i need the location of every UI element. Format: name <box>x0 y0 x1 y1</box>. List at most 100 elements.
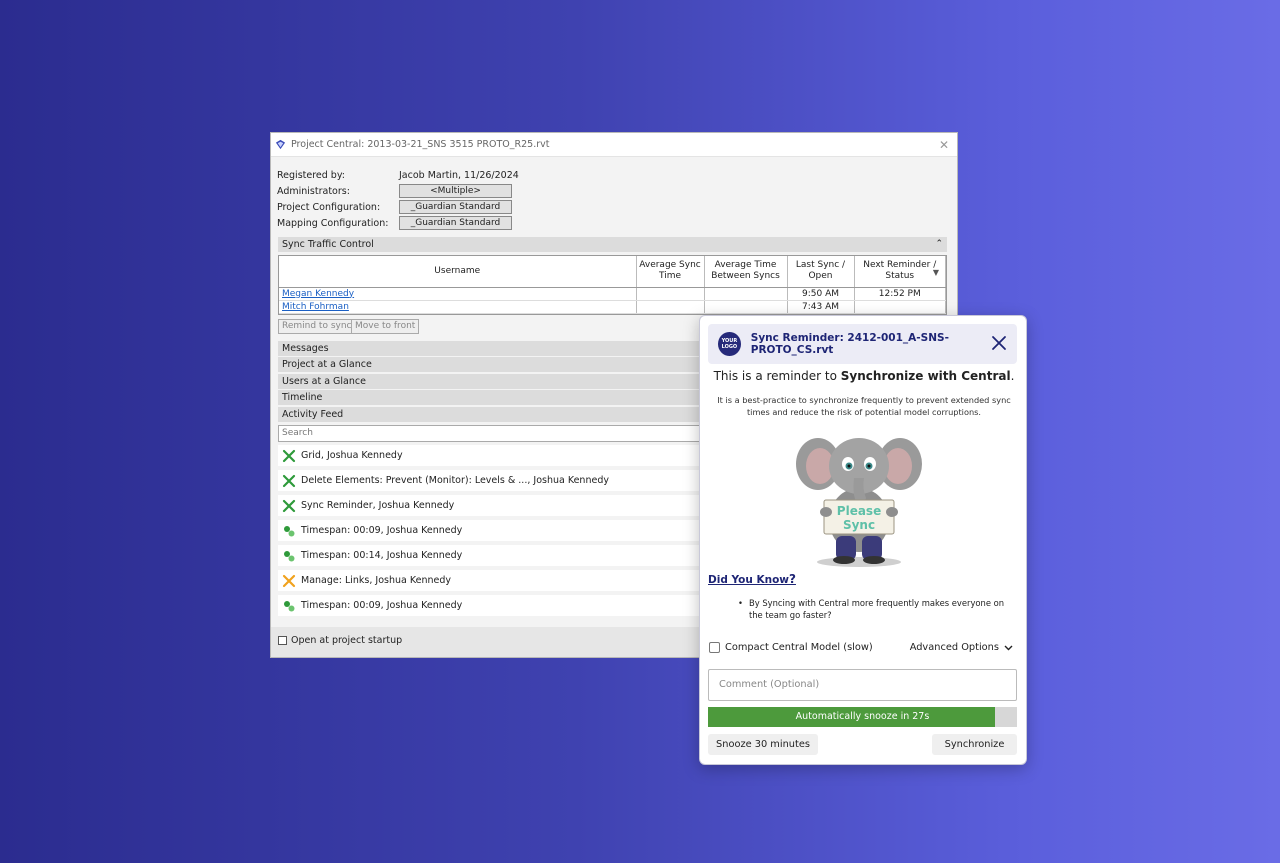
section-label: Timeline <box>282 392 323 403</box>
registered-value: Jacob Martin, 11/26/2024 <box>399 169 519 181</box>
project-info: Registered by: Jacob Martin, 11/26/2024 … <box>277 167 519 231</box>
list-item[interactable]: Grid, Joshua Kennedy <box>278 445 708 466</box>
sync-traffic-table: Username Average Sync Time Average Time … <box>278 255 947 315</box>
did-you-know-label: Did You Know <box>708 574 789 586</box>
avg-between-cell <box>704 287 788 301</box>
sort-arrow-icon[interactable]: ▼ <box>933 267 939 278</box>
did-you-know-tip: • By Syncing with Central more frequentl… <box>738 597 1020 621</box>
tools-icon <box>282 449 296 462</box>
feed-text: Timespan: 00:09, Joshua Kennedy <box>301 600 463 611</box>
next-reminder-cell: 12:52 PM <box>854 287 946 301</box>
close-icon[interactable]: ✕ <box>939 138 949 152</box>
last-sync-cell: 7:43 AM <box>787 300 855 314</box>
dialog-title: Sync Reminder: 2412-001_A-SNS-PROTO_CS.r… <box>750 332 949 356</box>
sync-reminder-dialog: YOUR LOGO Sync Reminder: 2412-001_A-SNS-… <box>699 315 1027 765</box>
user-cell[interactable]: Megan Kennedy <box>279 287 637 301</box>
project-configuration-button[interactable]: _Guardian Standard <box>399 200 512 214</box>
remind-to-sync-button[interactable]: Remind to sync <box>278 319 356 334</box>
activity-search-input[interactable]: Search <box>278 425 708 442</box>
feed-text: Sync Reminder, Joshua Kennedy <box>301 500 455 511</box>
feed-text: Timespan: 00:09, Joshua Kennedy <box>301 525 463 536</box>
info-row-administrators: Administrators: <Multiple> <box>277 183 519 199</box>
compact-central-label: Compact Central Model (slow) <box>725 642 873 653</box>
close-icon[interactable] <box>989 333 1009 353</box>
list-item[interactable]: Timespan: 00:09, Joshua Kennedy <box>278 520 708 541</box>
user-cell[interactable]: Mitch Fohrman <box>279 300 637 314</box>
compact-central-option[interactable]: Compact Central Model (slow) <box>709 642 873 653</box>
tools-orange-icon <box>282 574 296 587</box>
move-to-front-button[interactable]: Move to front <box>351 319 420 334</box>
feed-text: Manage: Links, Joshua Kennedy <box>301 575 451 586</box>
tools-icon <box>282 474 296 487</box>
question-mark-glyph: ? <box>789 572 796 586</box>
column-header-username[interactable]: Username <box>279 256 637 288</box>
table-row[interactable]: Megan Kennedy 9:50 AM 12:52 PM <box>279 287 946 301</box>
info-row-project-config: Project Configuration: _Guardian Standar… <box>277 199 519 215</box>
dialog-header: YOUR LOGO Sync Reminder: 2412-001_A-SNS-… <box>708 324 1017 364</box>
user-link[interactable]: Mitch Fohrman <box>282 302 349 312</box>
timespan-icon <box>284 550 295 561</box>
reminder-description: It is a best-practice to synchronize fre… <box>717 395 1011 417</box>
comment-input[interactable]: Comment (Optional) <box>708 669 1017 701</box>
administrators-button[interactable]: <Multiple> <box>399 184 512 198</box>
project-central-logo-icon <box>275 139 286 150</box>
company-logo: YOUR LOGO <box>718 332 741 356</box>
info-label: Registered by: <box>277 169 345 181</box>
timespan-icon <box>284 600 295 611</box>
did-you-know-link[interactable]: Did You Know? <box>708 572 796 586</box>
avg-sync-cell <box>636 300 705 314</box>
advanced-options-label: Advanced Options <box>909 642 999 653</box>
bullet-icon: • <box>738 598 743 608</box>
heading-text: This is a reminder to <box>713 369 841 383</box>
collapse-chevron-icon[interactable]: ⌃ <box>935 237 943 252</box>
sign-text-sync: Sync <box>843 518 875 532</box>
section-label: Sync Traffic Control <box>282 239 374 250</box>
info-row-mapping-config: Mapping Configuration: _Guardian Standar… <box>277 215 519 231</box>
sign-text-please: Please <box>837 504 881 518</box>
list-item[interactable]: Timespan: 00:09, Joshua Kennedy <box>278 595 708 616</box>
heading-period: . <box>1010 369 1015 383</box>
list-item[interactable]: Delete Elements: Prevent (Monitor): Leve… <box>278 470 708 491</box>
synchronize-button[interactable]: Synchronize <box>932 734 1017 755</box>
heading-emphasis: Synchronize with Central <box>840 369 1011 383</box>
list-item[interactable]: Manage: Links, Joshua Kennedy <box>278 570 708 591</box>
tools-icon <box>282 499 296 512</box>
mapping-configuration-button[interactable]: _Guardian Standard <box>399 216 512 230</box>
open-at-startup-checkbox[interactable] <box>278 636 287 645</box>
next-reminder-cell <box>854 300 946 314</box>
table-row[interactable]: Mitch Fohrman 7:43 AM <box>279 300 946 314</box>
column-header-avg-sync[interactable]: Average Sync Time <box>636 256 705 288</box>
list-item[interactable]: Sync Reminder, Joshua Kennedy <box>278 495 708 516</box>
column-header-last-sync[interactable]: Last Sync / Open <box>787 256 855 288</box>
section-sync-traffic-control[interactable]: Sync Traffic Control ⌃ <box>278 237 947 252</box>
window-titlebar: Project Central: 2013-03-21_SNS 3515 PRO… <box>271 133 957 157</box>
progress-label: Automatically snooze in 27s <box>795 711 930 722</box>
avg-between-cell <box>704 300 788 314</box>
chevron-down-icon <box>1004 645 1013 650</box>
window-title: Project Central: 2013-03-21_SNS 3515 PRO… <box>291 139 550 150</box>
reminder-heading: This is a reminder to Synchronize with C… <box>700 369 1026 383</box>
snooze-button[interactable]: Snooze 30 minutes <box>708 734 818 755</box>
advanced-options-toggle[interactable]: Advanced Options <box>910 642 1013 653</box>
info-label: Project Configuration: <box>277 201 381 213</box>
open-at-startup-option[interactable]: Open at project startup <box>278 635 402 646</box>
section-label: Messages <box>282 343 329 354</box>
timespan-icon <box>284 525 295 536</box>
feed-text: Grid, Joshua Kennedy <box>301 450 403 461</box>
section-label: Users at a Glance <box>282 376 366 387</box>
feed-text: Timespan: 00:14, Joshua Kennedy <box>301 550 463 561</box>
elephant-mascot-illustration: Please Sync <box>796 438 922 567</box>
column-header-next-reminder[interactable]: Next Reminder / Status ▼ <box>854 256 946 288</box>
column-header-label: Next Reminder / Status <box>863 260 937 282</box>
compact-central-checkbox[interactable] <box>709 642 720 653</box>
tip-text: By Syncing with Central more frequently … <box>748 598 1005 620</box>
info-label: Mapping Configuration: <box>277 217 389 229</box>
feed-text: Delete Elements: Prevent (Monitor): Leve… <box>301 475 609 486</box>
section-label: Activity Feed <box>282 409 344 420</box>
column-header-avg-between[interactable]: Average Time Between Syncs <box>704 256 788 288</box>
section-label: Project at a Glance <box>282 359 372 370</box>
last-sync-cell: 9:50 AM <box>787 287 855 301</box>
list-item[interactable]: Timespan: 00:14, Joshua Kennedy <box>278 545 708 566</box>
info-label: Administrators: <box>277 185 350 197</box>
user-link[interactable]: Megan Kennedy <box>282 289 354 299</box>
